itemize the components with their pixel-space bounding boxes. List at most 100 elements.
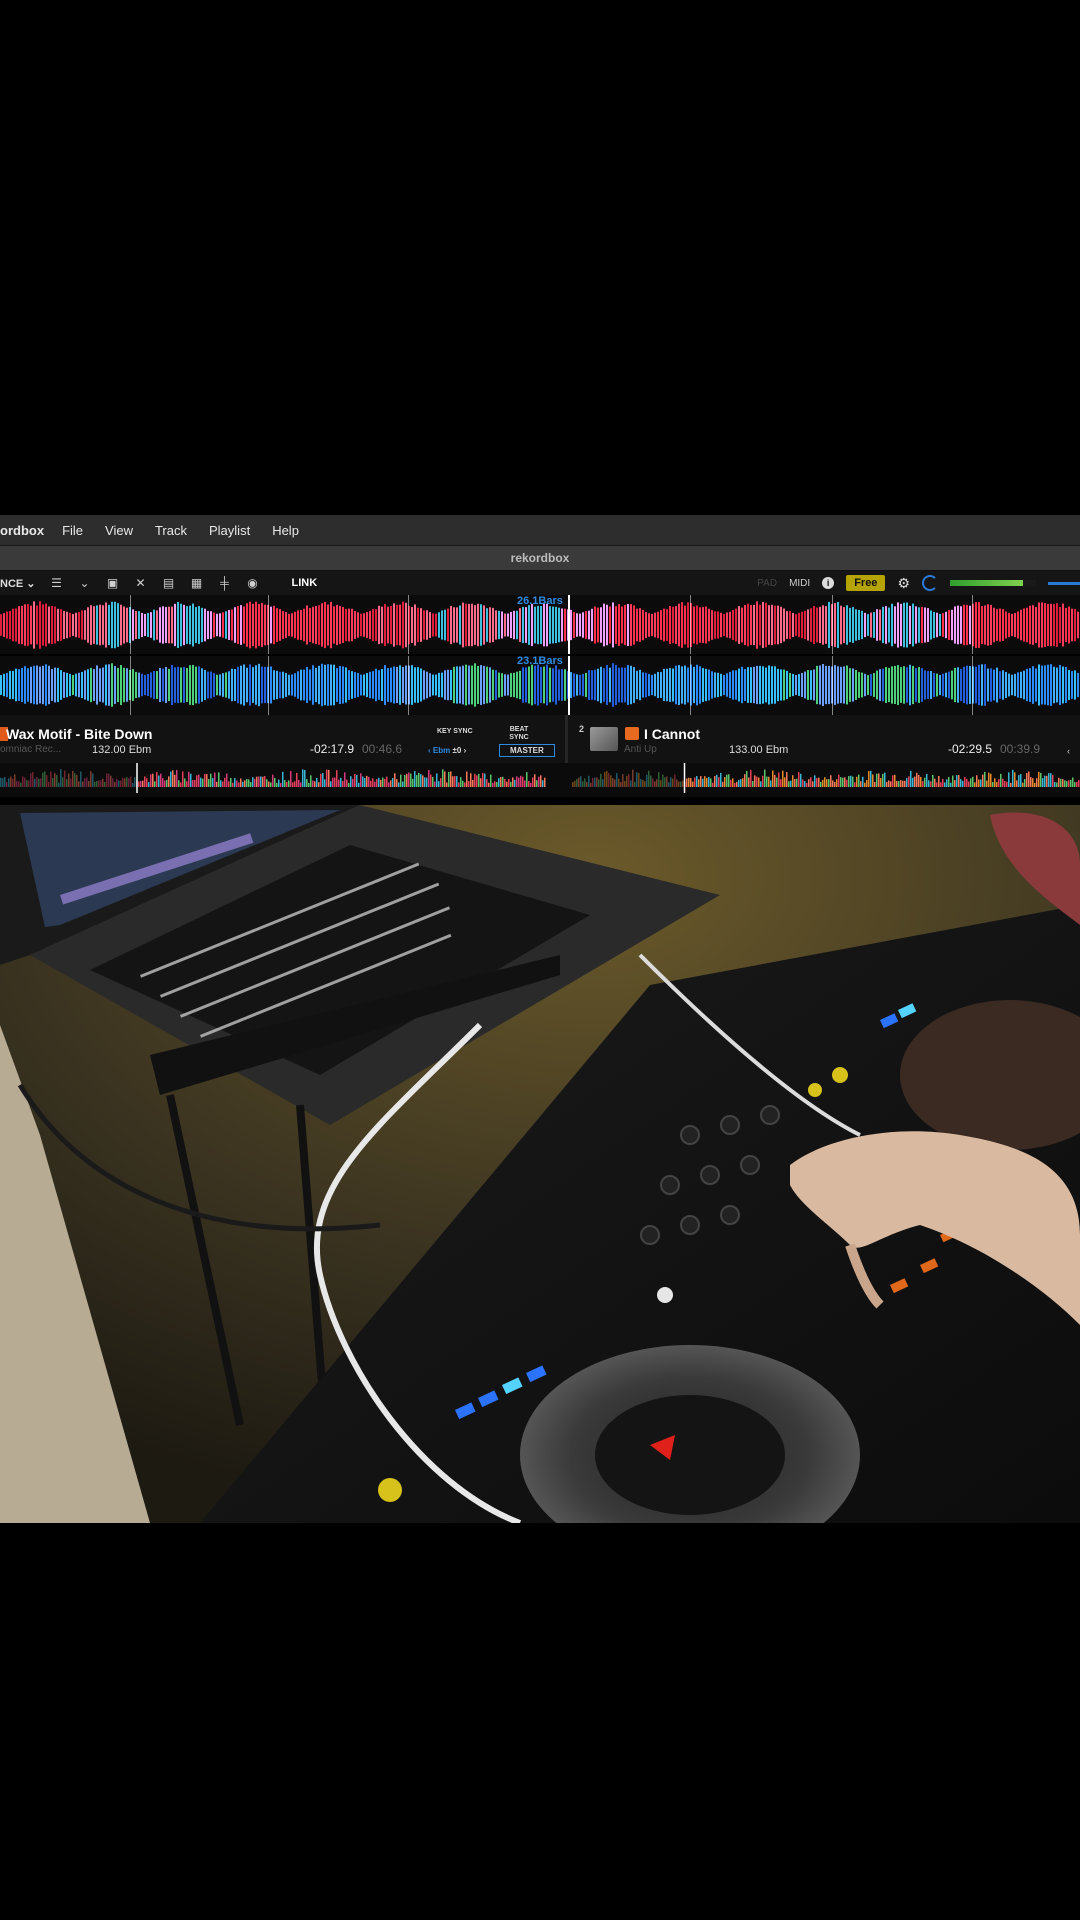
waveform-bar	[81, 610, 83, 640]
waveform-bar	[762, 602, 764, 648]
waveform-bar	[966, 665, 968, 705]
overview-bar	[662, 774, 664, 787]
waveform-bar	[936, 612, 938, 638]
overview-bar	[758, 777, 760, 787]
waveform-bar	[159, 607, 161, 643]
deck-1[interactable]: Wax Motif - Bite Down omniac Rec... 132.…	[0, 715, 565, 763]
waveform-bar	[789, 673, 791, 697]
overview-bar	[252, 777, 254, 787]
record-icon[interactable]: ◉	[246, 576, 260, 590]
overview-bar	[970, 778, 972, 787]
overview-bar	[666, 776, 668, 787]
key-prev-icon[interactable]: ‹	[428, 746, 431, 755]
waveform-bar	[630, 604, 632, 646]
layout-selector[interactable]: NCE ⌄	[0, 577, 36, 590]
chevron-down-icon[interactable]: ⌄	[78, 576, 92, 590]
key-shift-control[interactable]: ‹ Ebm ±0 ›	[428, 746, 466, 755]
deck-2[interactable]: 2 I Cannot Anti Up 133.00 Ebm -02:29.5 0…	[568, 715, 1080, 763]
overview-bar	[152, 773, 154, 787]
key-next-icon[interactable]: ›	[464, 746, 467, 755]
waveform-bar	[582, 673, 584, 697]
overview-bar	[222, 781, 224, 787]
overview-bar	[974, 782, 976, 787]
waveform-bar	[999, 608, 1001, 642]
waveform-bar	[420, 668, 422, 702]
pad-button[interactable]: PAD	[757, 578, 777, 589]
waveform-bar	[825, 606, 827, 644]
overview-bar	[806, 782, 808, 787]
overview-bar	[832, 780, 834, 787]
waveform-bar	[675, 665, 677, 705]
menu-playlist[interactable]: Playlist	[209, 523, 250, 538]
waveform-bar	[57, 667, 59, 703]
overview-bar	[408, 772, 410, 787]
image-icon[interactable]: ▣	[106, 576, 120, 590]
waveform-bar	[315, 605, 317, 645]
master-button[interactable]: MASTER	[499, 744, 555, 757]
waveform-bar	[819, 665, 821, 705]
waveform-bar	[378, 670, 380, 700]
waveform-bar	[666, 609, 668, 641]
gear-icon[interactable]: ⚙	[897, 575, 910, 592]
waveform-bar	[246, 603, 248, 647]
overview-bar	[1068, 780, 1070, 787]
overview-bar	[526, 772, 528, 787]
waveform-bar	[876, 609, 878, 641]
midi-button[interactable]: MIDI	[789, 578, 810, 589]
deck2-number: 2	[579, 724, 585, 734]
overview-waveforms[interactable]	[0, 763, 1080, 797]
shuffle-icon[interactable]: ✕	[134, 576, 148, 590]
waveform-bar	[84, 670, 86, 700]
plan-badge[interactable]: Free	[846, 575, 886, 591]
waveform-bar	[873, 612, 875, 638]
overview-bar	[1040, 772, 1042, 787]
menu-track[interactable]: Track	[155, 523, 187, 538]
overview-bar	[752, 781, 754, 787]
beat-sync-button[interactable]: BEAT SYNC	[504, 726, 534, 742]
waveform-bar	[618, 604, 620, 646]
enlarged-waveforms[interactable]: 26.1Bars 23.1Bars	[0, 595, 1080, 715]
waveform-bar	[351, 608, 353, 642]
overview-bar	[70, 778, 72, 787]
overview-bar	[396, 779, 398, 787]
waveform-bar	[201, 607, 203, 643]
info-icon[interactable]: i	[822, 577, 835, 589]
key-sync-button[interactable]: KEY SYNC	[437, 728, 473, 735]
waveform-bar	[642, 609, 644, 641]
overview-bar	[850, 775, 852, 787]
overview-bar	[340, 777, 342, 787]
waveform-bar	[1011, 613, 1013, 637]
overview-bar	[818, 777, 820, 787]
app-menu[interactable]: ordbox	[0, 523, 44, 538]
menu-file[interactable]: File	[62, 523, 83, 538]
menu-lines-icon[interactable]: ☰	[50, 576, 64, 590]
master-volume-slider[interactable]	[1048, 581, 1080, 585]
overview-bar	[802, 779, 804, 787]
waveform-bar	[513, 672, 515, 698]
waveform-bar	[438, 612, 440, 638]
link-button[interactable]: LINK	[292, 577, 318, 589]
tag-icon[interactable]: ▤	[162, 576, 176, 590]
menu-view[interactable]: View	[105, 523, 133, 538]
waveform-bar	[300, 669, 302, 701]
waveform-bar	[750, 667, 752, 703]
overview-bar	[194, 780, 196, 787]
waveform-bar	[183, 667, 185, 703]
overview-bar	[246, 779, 248, 787]
waveform-bar	[471, 603, 473, 647]
waveform-bar	[942, 673, 944, 697]
waveform-bar	[288, 613, 290, 637]
waveform-bar	[306, 605, 308, 645]
overview-bar	[894, 774, 896, 787]
waveform-bar	[69, 673, 71, 697]
overview-bar	[908, 776, 910, 787]
overview-bar	[198, 774, 200, 787]
grid-icon[interactable]: ▦	[190, 576, 204, 590]
overview-bar	[248, 779, 250, 787]
waveform-bar	[39, 666, 41, 704]
overview-bar	[658, 772, 660, 787]
deck2-key-prev-icon[interactable]: ‹	[1067, 746, 1070, 756]
mixer-icon[interactable]: ╪	[218, 576, 232, 590]
menu-help[interactable]: Help	[272, 523, 299, 538]
waveform-bar	[12, 670, 14, 700]
